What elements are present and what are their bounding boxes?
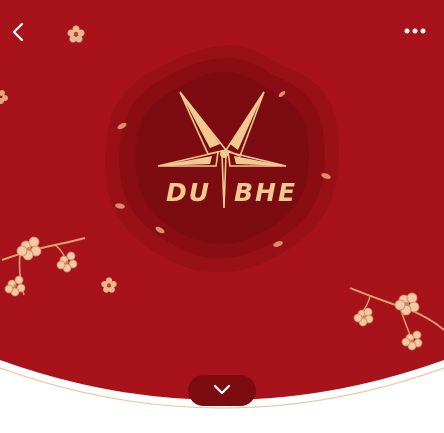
- expand-button[interactable]: [188, 375, 256, 406]
- logo-text-right: BHE: [234, 178, 298, 207]
- more-options-button[interactable]: [398, 22, 432, 40]
- logo-emblem: [105, 45, 339, 273]
- logo-text-left: DU: [166, 178, 212, 207]
- back-button[interactable]: [6, 18, 32, 46]
- more-horizontal-icon: [404, 28, 426, 34]
- app-screen: DU BHE: [0, 0, 444, 433]
- chevron-left-icon: [12, 22, 24, 42]
- chevron-down-icon: [213, 384, 231, 395]
